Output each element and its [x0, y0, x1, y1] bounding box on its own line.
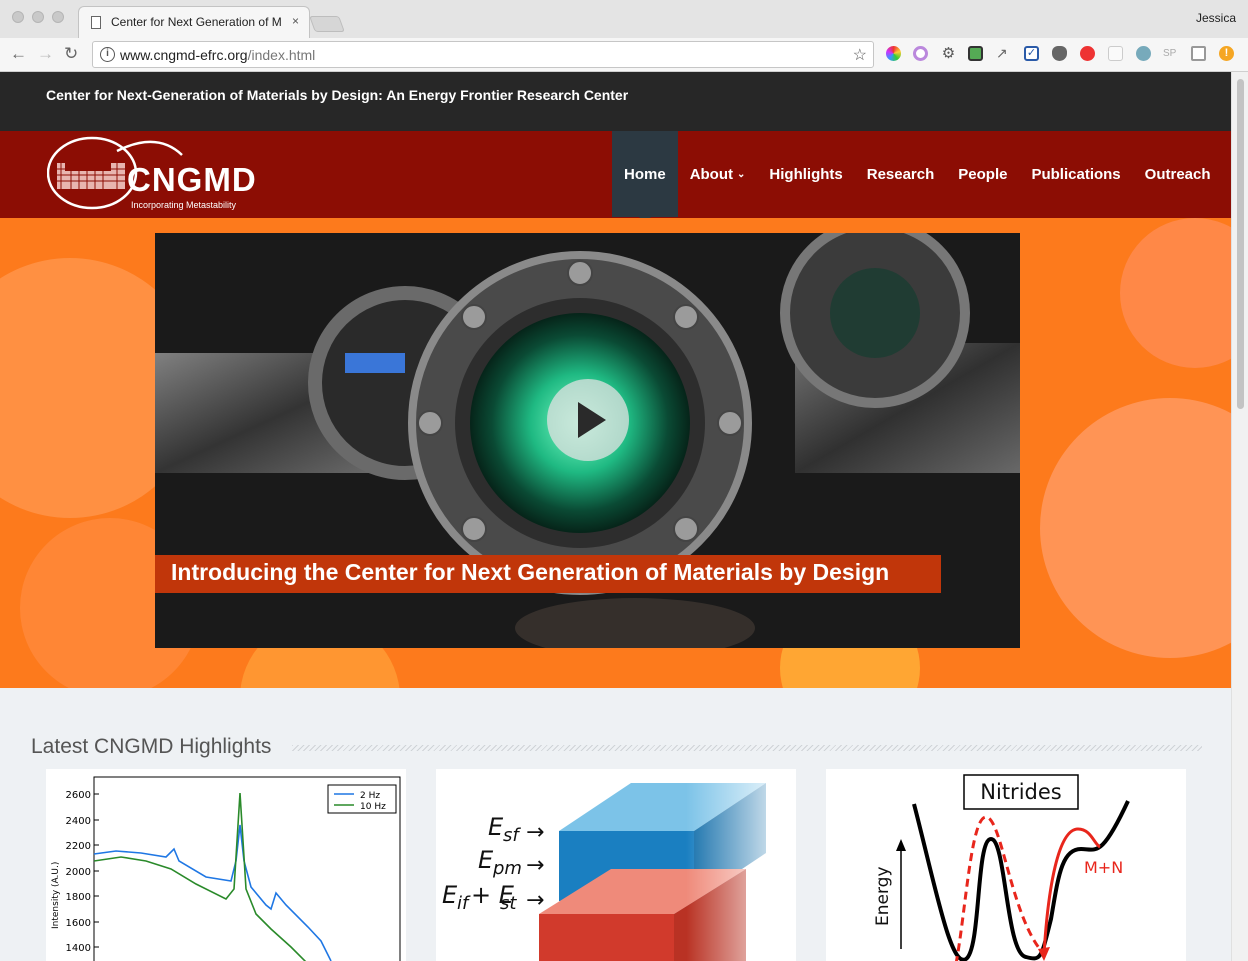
- cast-icon[interactable]: [1191, 46, 1206, 61]
- new-tab-button[interactable]: [309, 16, 345, 32]
- sp-extension-icon[interactable]: SP: [1163, 46, 1178, 61]
- browser-tab[interactable]: Center for Next Generation of Materials …: [78, 6, 310, 38]
- close-window-button[interactable]: [12, 11, 24, 23]
- browser-toolbar: ← → ↻ i www.cngmd-efrc.org/index.html ☆ …: [0, 38, 1248, 72]
- profile-name[interactable]: Jessica: [1196, 11, 1236, 25]
- cloud-extension-icon[interactable]: [1136, 46, 1151, 61]
- url-text[interactable]: www.cngmd-efrc.org/index.html: [120, 47, 315, 63]
- reload-icon[interactable]: ↻: [64, 44, 78, 64]
- ytick-label: 2200: [66, 841, 91, 852]
- nav-home[interactable]: Home: [612, 131, 678, 223]
- nitrides-diagram-image: Nitrides Energy M+N: [873, 774, 1130, 961]
- label-st: st: [500, 893, 517, 914]
- video-caption: Introducing the Center for Next Generati…: [155, 555, 941, 593]
- arrow-icon: →: [526, 888, 544, 913]
- ytick-label: 2000: [66, 867, 91, 878]
- nav-research[interactable]: Research: [855, 131, 947, 217]
- gear-extension-icon[interactable]: ⚙: [941, 46, 956, 61]
- nav-highlights[interactable]: Highlights: [757, 131, 854, 217]
- url-host: www.cngmd-efrc.org: [120, 47, 248, 63]
- logo-wordmark: CNGMD: [127, 161, 257, 198]
- ytick-label: 1800: [66, 892, 91, 903]
- pinterest-extension-icon[interactable]: [1080, 46, 1095, 61]
- tab-close-icon[interactable]: ×: [292, 14, 299, 28]
- arrow-icon: →: [526, 853, 544, 878]
- spectrum-line-10hz: [93, 792, 307, 961]
- document-icon: [91, 16, 101, 29]
- cngmd-logo[interactable]: CNGMD Incorporating Metastability: [46, 135, 262, 211]
- heading-divider: [292, 745, 1202, 751]
- highlight-card-spectrum[interactable]: 2600 2400 2200 2000 1800 1600 1400 Inten…: [46, 769, 406, 961]
- legend-label: 2 Hz: [360, 791, 380, 801]
- site-topbar: Center for Next-Generation of Materials …: [0, 72, 1231, 131]
- legend-label: 10 Hz: [360, 802, 386, 812]
- label-e: E: [488, 813, 504, 841]
- bookmark-star-icon[interactable]: ☆: [853, 45, 867, 65]
- info-icon[interactable]: i: [100, 47, 115, 62]
- arrow-extension-icon[interactable]: ↗: [996, 46, 1011, 61]
- ytick-label: 1600: [66, 918, 91, 929]
- main-navbar: CNGMD Incorporating Metastability Home A…: [0, 131, 1231, 223]
- evernote-extension-icon[interactable]: [1052, 46, 1067, 61]
- nitrides-title: Nitrides: [980, 780, 1061, 804]
- browser-titlebar: Center for Next Generation of Materials …: [0, 0, 1248, 38]
- ytick-label: 2400: [66, 816, 91, 827]
- nav-about-label: About: [689, 165, 734, 183]
- highlight-card-energy-stack[interactable]: E sf E pm E if + E st → → →: [436, 769, 796, 961]
- hero-bubble: [1120, 218, 1231, 368]
- label-if: if: [457, 893, 471, 914]
- chevron-down-icon: ⌄: [737, 168, 746, 180]
- checklist-extension-icon[interactable]: [968, 46, 983, 61]
- nav-people[interactable]: People: [946, 131, 1019, 217]
- label-sf: sf: [503, 825, 521, 846]
- hero-banner: Introducing the Center for Next Generati…: [0, 218, 1231, 688]
- web-page: Center for Next-Generation of Materials …: [0, 72, 1231, 961]
- site-tagline: Center for Next-Generation of Materials …: [46, 87, 629, 103]
- energy-axis-label: Energy: [873, 866, 893, 926]
- minimize-window-button[interactable]: [32, 11, 44, 23]
- label-e: E: [442, 881, 458, 909]
- ytick-label: 1400: [66, 943, 91, 954]
- play-icon: [578, 402, 606, 438]
- back-icon[interactable]: ←: [10, 44, 27, 64]
- spectrum-plot-image: 2600 2400 2200 2000 1800 1600 1400 Inten…: [51, 776, 401, 961]
- menu-alert-icon[interactable]: !: [1219, 46, 1234, 61]
- address-bar[interactable]: i www.cngmd-efrc.org/index.html ☆: [92, 41, 874, 68]
- page-scrollbar[interactable]: [1231, 72, 1248, 961]
- highlights-heading: Latest CNGMD Highlights: [31, 735, 272, 758]
- y-axis-label: Intensity (A.U.): [51, 862, 61, 929]
- color-picker-extension-icon[interactable]: [886, 46, 901, 61]
- label-e: E: [478, 846, 494, 874]
- nav-publications[interactable]: Publications: [1019, 131, 1132, 217]
- blank-extension-icon[interactable]: [1108, 46, 1123, 61]
- energy-stack-image: E sf E pm E if + E st → → →: [442, 769, 796, 961]
- scrollbar-thumb[interactable]: [1237, 79, 1244, 409]
- logo-tagline: Incorporating Metastability: [131, 200, 237, 210]
- task-check-extension-icon[interactable]: ✓: [1024, 46, 1039, 61]
- nav-outreach[interactable]: Outreach: [1133, 131, 1223, 217]
- hero-bubble: [1040, 398, 1231, 658]
- main-menu: Home About ⌄ Highlights Research People P…: [612, 131, 1223, 223]
- mn-annotation: M+N: [1084, 858, 1123, 877]
- url-path: /index.html: [247, 47, 316, 63]
- tab-title: Center for Next Generation of Materials …: [111, 15, 281, 29]
- circle-extension-icon[interactable]: [913, 46, 928, 61]
- arrow-icon: →: [526, 820, 544, 845]
- label-pm: pm: [492, 858, 522, 879]
- nav-about[interactable]: About ⌄: [678, 131, 758, 217]
- play-button[interactable]: [547, 379, 629, 461]
- highlight-card-nitrides[interactable]: Nitrides Energy M+N: [826, 769, 1186, 961]
- zoom-window-button[interactable]: [52, 11, 64, 23]
- forward-icon[interactable]: →: [37, 44, 54, 64]
- ytick-label: 2600: [66, 790, 91, 801]
